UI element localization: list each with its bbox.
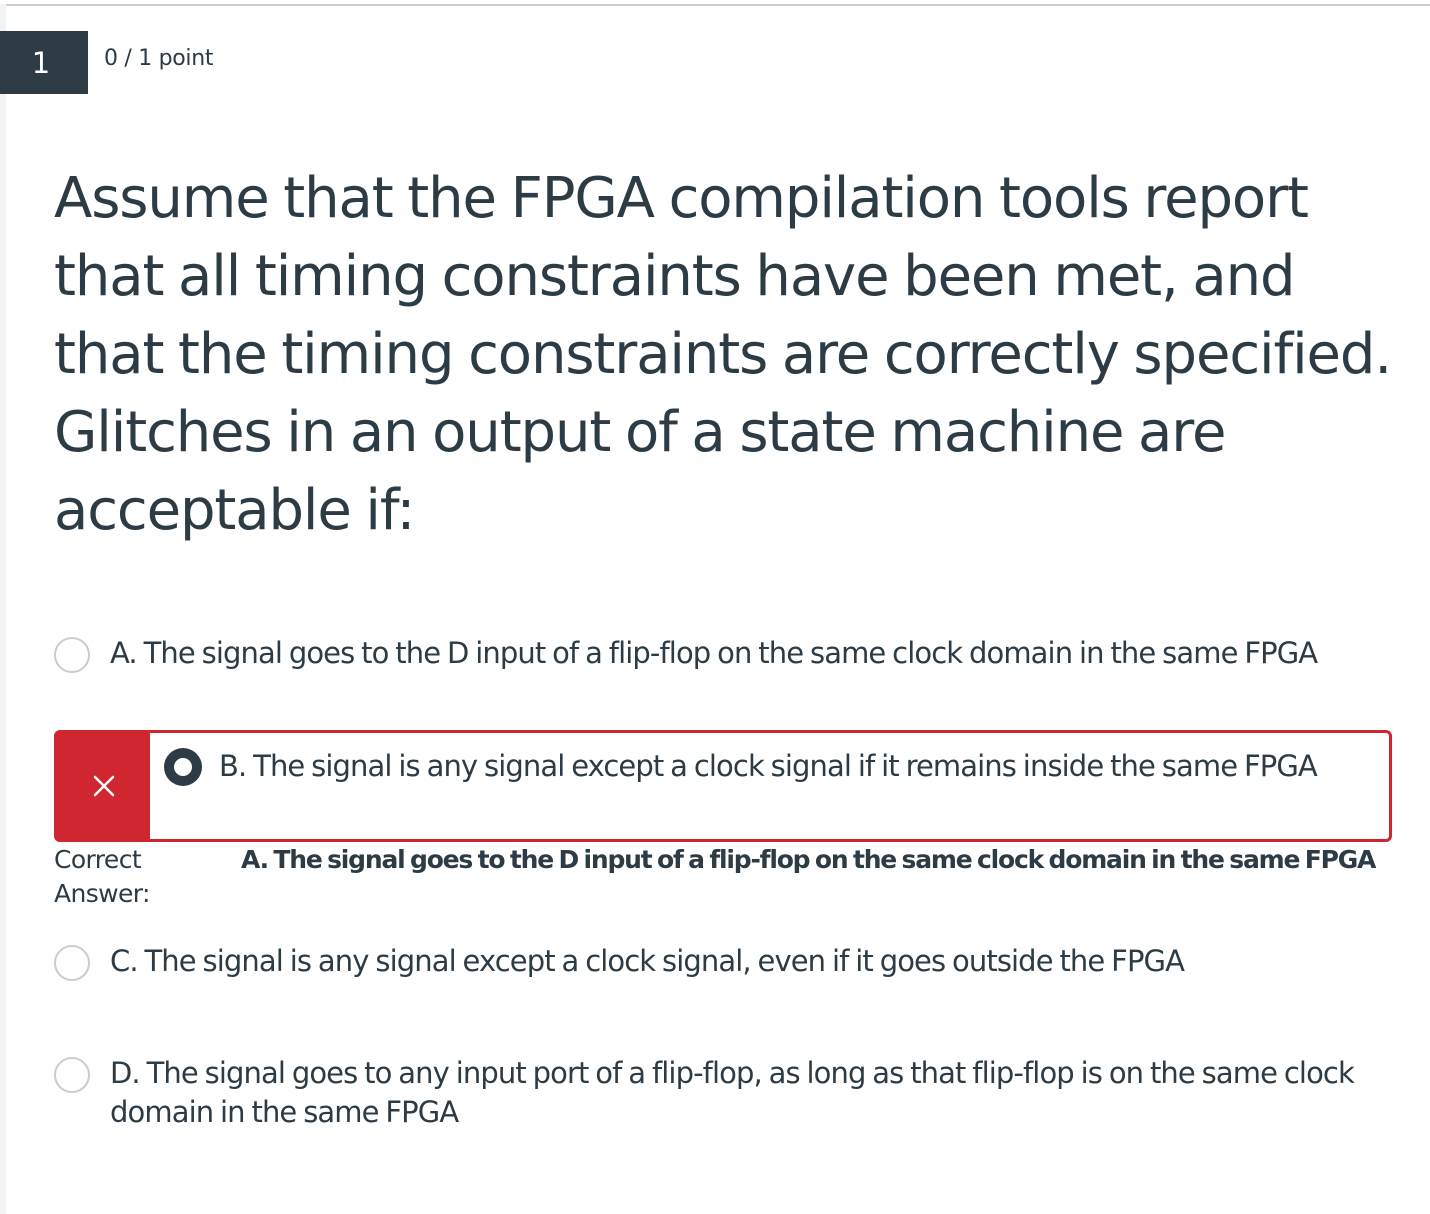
correct-answer-label-line1: Correct (54, 845, 142, 874)
correct-answer-label-line2: Answer: (54, 879, 150, 908)
radio-selected-dot (174, 758, 192, 776)
radio-button-d[interactable] (54, 1057, 90, 1093)
correct-answer-label: Correct Answer: (54, 843, 150, 911)
answer-option-b-label: B. The signal is any signal except a clo… (219, 749, 1318, 783)
question-points: 0 / 1 point (104, 46, 214, 71)
incorrect-flag (57, 733, 150, 839)
quiz-question-page: 1 0 / 1 point Assume that the FPGA compi… (0, 0, 1430, 1214)
close-icon (93, 775, 114, 797)
answer-option-c[interactable]: C. The signal is any signal except a clo… (54, 942, 1185, 981)
left-divider (0, 4, 6, 1214)
radio-button-b-selected[interactable] (164, 748, 202, 786)
top-divider (0, 4, 1430, 6)
answer-option-b-incorrect[interactable]: B. The signal is any signal except a clo… (54, 730, 1392, 842)
answer-option-a-label: A. The signal goes to the D input of a f… (110, 636, 1318, 670)
question-number-badge: 1 (0, 31, 88, 94)
answer-option-a[interactable]: A. The signal goes to the D input of a f… (54, 634, 1318, 673)
radio-button-c[interactable] (54, 945, 90, 981)
answer-option-c-label: C. The signal is any signal except a clo… (110, 944, 1185, 978)
answer-option-d-label: D. The signal goes to any input port of … (110, 1056, 1355, 1129)
question-text: Assume that the FPGA compilation tools r… (54, 166, 1392, 543)
answer-option-d[interactable]: D. The signal goes to any input port of … (54, 1054, 1394, 1132)
correct-answer-text: A. The signal goes to the D input of a f… (241, 845, 1376, 874)
question-number: 1 (31, 45, 51, 80)
radio-button-a[interactable] (54, 637, 90, 673)
